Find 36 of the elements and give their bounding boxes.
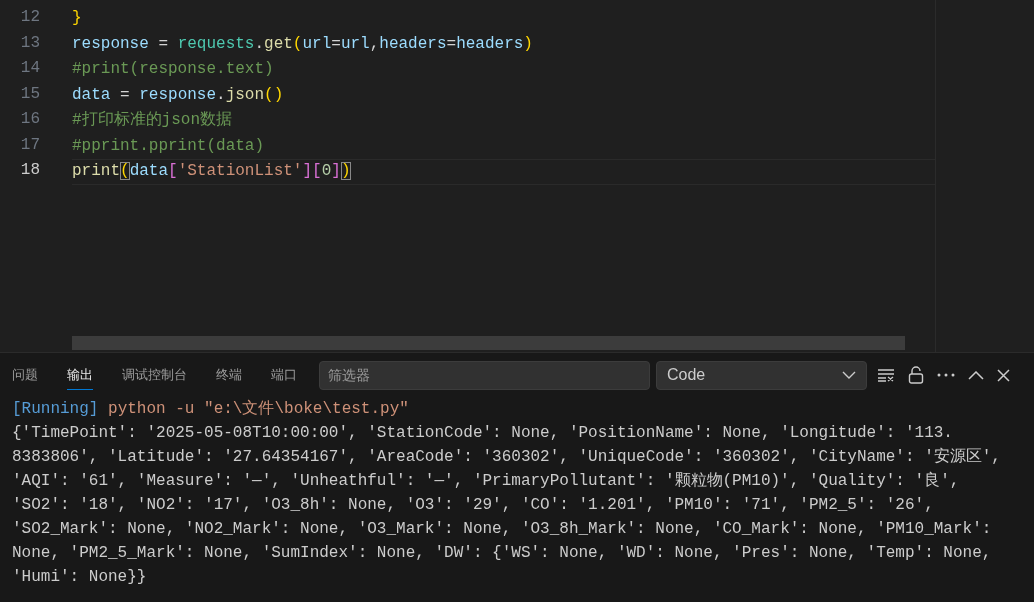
output-line: 'Humi': None}} bbox=[12, 567, 148, 588]
output-line: 'SO2': '18', 'NO2': '17', 'O3_8h': None, 'O3': '29', 'CO': '1.201', 'PM10': '71', 'PM2_5': '26', bbox=[12, 495, 935, 516]
line-number: 17 bbox=[19, 134, 41, 156]
output-line: {'TimePoint': '2025-05-08T10:00:00', 'StationCode': None, 'PositionName': None, 'Longitude': '113. bbox=[12, 423, 954, 444]
code-line: } bbox=[72, 8, 83, 29]
line-number: 15 bbox=[19, 83, 41, 105]
unlock-icon[interactable] bbox=[908, 366, 924, 384]
panel-tab[interactable]: 调试控制台 bbox=[122, 360, 187, 390]
output-line: None, 'PM2_5_Mark': None, 'SumIndex': None, 'DW': {'WS': None, 'WD': None, 'Pres': None, 'Temp': None, bbox=[12, 543, 993, 564]
panel-tab[interactable]: 输出 bbox=[67, 360, 93, 390]
output-channel-dropdown[interactable]: Code bbox=[656, 360, 867, 390]
line-number: 18 bbox=[19, 160, 41, 181]
code-line: data = response.json() bbox=[72, 84, 285, 106]
line-number: 12 bbox=[19, 7, 41, 28]
output-line: 'AQI': '61', 'Measure': '—', 'Unheathful': '—', 'PrimaryPollutant': '颗粒物(PM10)', 'Quality': '良', bbox=[12, 470, 961, 492]
chevron-down-icon bbox=[842, 371, 856, 379]
panel-tab[interactable]: 端口 bbox=[271, 360, 297, 390]
panel-tab[interactable]: 终端 bbox=[216, 360, 242, 390]
code-line: #pprint.pprint(data) bbox=[72, 135, 266, 157]
horizontal-scrollbar[interactable] bbox=[72, 336, 905, 350]
line-number: 14 bbox=[19, 58, 41, 79]
more-icon[interactable] bbox=[937, 373, 955, 377]
code-line: #打印标准的json数据 bbox=[72, 110, 233, 131]
chevron-up-icon[interactable] bbox=[968, 370, 984, 380]
panel-tab[interactable]: 问题 bbox=[12, 360, 38, 390]
output-line: 'SO2_Mark': None, 'NO2_Mark': None, 'O3_Mark': None, 'O3_8h_Mark': None, 'CO_Mark': None, 'PM10_Mark': bbox=[12, 519, 993, 540]
filter-field[interactable]: 筛选器 bbox=[319, 360, 650, 390]
code-line: response = requests.get(url=url,headers=headers) bbox=[72, 33, 534, 55]
output-line: 8383806', 'Latitude': '27.64354167', 'AreaCode': '360302', 'UniqueCode': '360302', 'CityName': '安源区', bbox=[12, 446, 1002, 468]
clear-output-icon[interactable] bbox=[877, 368, 895, 382]
close-icon[interactable] bbox=[997, 368, 1010, 382]
code-line: print(data['StationList'][0]) bbox=[72, 159, 935, 185]
output-line: [Running] python -u "e:\文件\boke\test.py" bbox=[12, 398, 410, 420]
code-line: #print(response.text) bbox=[72, 59, 275, 80]
line-number: 13 bbox=[19, 32, 41, 54]
line-number: 16 bbox=[19, 109, 41, 130]
